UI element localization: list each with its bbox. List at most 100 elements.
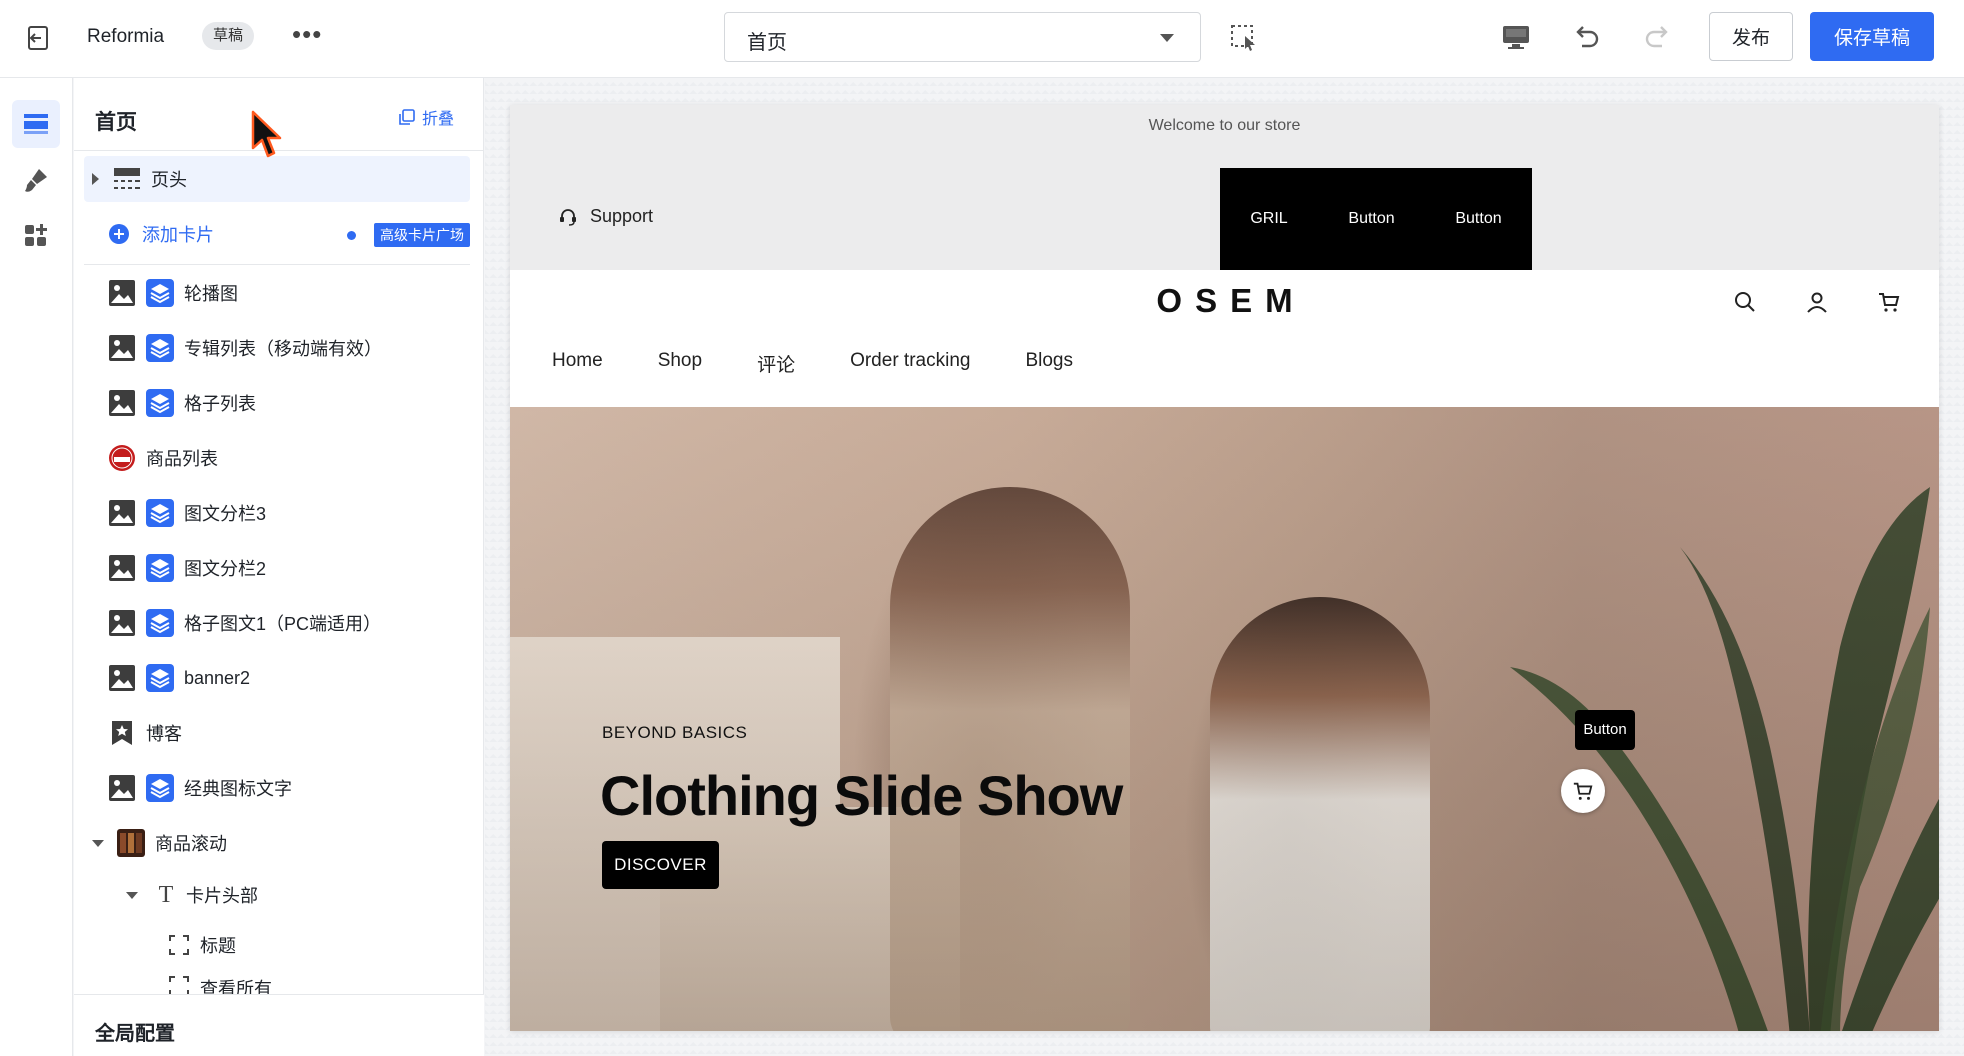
- account-icon[interactable]: [1805, 290, 1829, 314]
- undo-icon[interactable]: [1570, 21, 1602, 53]
- layer-item-title[interactable]: 标题: [84, 922, 470, 968]
- apps-grid-icon: [25, 224, 47, 246]
- add-card-row[interactable]: 添加卡片 高级卡片广场: [84, 211, 470, 257]
- layers-stack-icon: [146, 554, 174, 582]
- image-icon: [109, 500, 135, 526]
- layer-label: banner2: [184, 667, 251, 688]
- layers-stack-icon: [146, 389, 174, 417]
- layers-stack-icon: [146, 334, 174, 362]
- layer-item[interactable]: 图文分栏2: [84, 545, 470, 591]
- image-icon: [109, 665, 135, 691]
- hero-eyebrow: BEYOND BASICS: [602, 723, 748, 742]
- nav-item-blogs[interactable]: Blogs: [1025, 350, 1073, 377]
- more-options-icon[interactable]: •••: [292, 18, 322, 50]
- support-link[interactable]: Support: [558, 206, 653, 227]
- store-logo[interactable]: OSEM: [510, 282, 1939, 320]
- layer-label: 专辑列表（移动端有效）: [184, 339, 382, 359]
- cart-icon: [1573, 782, 1593, 800]
- global-config-label: 全局配置: [95, 1023, 175, 1045]
- hero-title: Clothing Slide Show: [600, 764, 1123, 827]
- card-market-badge[interactable]: 高级卡片广场: [374, 223, 470, 247]
- product-badge-icon: [109, 445, 135, 471]
- global-config[interactable]: 全局配置: [74, 994, 484, 1056]
- hero-overlay: [510, 407, 1939, 1031]
- floating-button[interactable]: Button: [1575, 710, 1635, 750]
- collapse-caret-icon[interactable]: [126, 891, 138, 899]
- layers-stack-icon: [146, 774, 174, 802]
- discover-button[interactable]: DISCOVER: [602, 841, 719, 889]
- floating-cart-button[interactable]: [1561, 769, 1605, 813]
- layer-label: 商品滚动: [155, 834, 227, 854]
- expand-caret-icon[interactable]: [92, 173, 99, 185]
- top-buttons-block: GRIL Button Button: [1220, 168, 1532, 270]
- layer-item[interactable]: 商品列表: [84, 435, 470, 481]
- header-section-icon: [114, 168, 140, 189]
- preview-canvas: Welcome to our store Support GRIL Button…: [485, 78, 1964, 1056]
- rail-layers[interactable]: [12, 100, 60, 148]
- layer-label: 经典图标文字: [184, 779, 292, 799]
- image-icon: [109, 610, 135, 636]
- publish-button[interactable]: 发布: [1709, 12, 1793, 61]
- nav-item-reviews[interactable]: 评论: [757, 350, 795, 377]
- layer-item[interactable]: 博客: [84, 710, 470, 756]
- image-icon: [109, 390, 135, 416]
- layer-item-product-scroll[interactable]: 商品滚动: [84, 820, 470, 866]
- chevron-down-icon: [1160, 34, 1174, 42]
- layer-item-card-header[interactable]: T 卡片头部: [84, 872, 470, 918]
- nav-item-home[interactable]: Home: [552, 350, 603, 377]
- headset-icon: [560, 208, 576, 226]
- rail-apps[interactable]: [12, 212, 60, 260]
- desktop-preview-icon[interactable]: [1500, 21, 1532, 53]
- header-icons: [1733, 290, 1901, 314]
- redo-icon[interactable]: [1642, 21, 1674, 53]
- exit-icon[interactable]: [24, 23, 54, 53]
- layer-item[interactable]: 经典图标文字: [84, 765, 470, 811]
- layer-panel: 首页 折叠 页头 添加卡片 高级卡片广场 轮播图 专辑列表（移动端有效） 格子列…: [74, 78, 484, 1056]
- save-draft-button[interactable]: 保存草稿: [1810, 12, 1934, 61]
- selection-frame-icon: [169, 935, 189, 955]
- image-icon: [109, 555, 135, 581]
- layer-label: 页头: [151, 170, 187, 190]
- layer-label: 图文分栏2: [184, 559, 267, 579]
- cart-icon[interactable]: [1877, 290, 1901, 314]
- layer-item-header[interactable]: 页头: [84, 156, 470, 202]
- layer-label: 格子列表: [184, 394, 256, 414]
- layer-label: 博客: [146, 724, 182, 744]
- nav-item-order-tracking[interactable]: Order tracking: [850, 350, 970, 377]
- collapse-caret-icon[interactable]: [92, 839, 104, 847]
- layer-item[interactable]: banner2: [84, 655, 470, 701]
- image-icon: [109, 775, 135, 801]
- collapse-button[interactable]: 折叠: [398, 104, 454, 130]
- hero-slideshow[interactable]: BEYOND BASICS Clothing Slide Show DISCOV…: [510, 407, 1939, 1031]
- layer-label: 轮播图: [184, 284, 238, 304]
- layer-item[interactable]: 格子列表: [84, 380, 470, 426]
- layer-item[interactable]: 格子图文1（PC端适用）: [84, 600, 470, 646]
- top-button[interactable]: Button: [1455, 210, 1501, 228]
- top-button[interactable]: Button: [1348, 210, 1394, 228]
- layer-item[interactable]: 专辑列表（移动端有效）: [84, 325, 470, 371]
- draft-status-badge: 草稿: [202, 22, 255, 50]
- announcement-bar[interactable]: Welcome to our store Support GRIL Button…: [510, 105, 1939, 270]
- bookmark-star-icon: [112, 721, 132, 745]
- image-icon: [109, 335, 135, 361]
- rail-theme[interactable]: [12, 156, 60, 204]
- layers-stack-icon: [146, 609, 174, 637]
- main-nav: Home Shop 评论 Order tracking Blogs: [552, 350, 1073, 377]
- top-button-gril[interactable]: GRIL: [1250, 210, 1287, 228]
- mouse-cursor-icon: [251, 110, 282, 158]
- layer-item[interactable]: 图文分栏3: [84, 490, 470, 536]
- store-preview: Welcome to our store Support GRIL Button…: [510, 105, 1939, 1031]
- layer-item[interactable]: 轮播图: [84, 270, 470, 316]
- layer-label: 标题: [200, 936, 236, 956]
- nav-item-shop[interactable]: Shop: [658, 350, 702, 377]
- search-icon[interactable]: [1733, 290, 1757, 314]
- brush-icon: [25, 169, 47, 192]
- select-element-icon[interactable]: [1228, 21, 1260, 53]
- layer-label: 查看所有: [200, 979, 272, 994]
- page-selector[interactable]: 首页: [724, 12, 1201, 62]
- app-name: Reformia: [87, 26, 165, 47]
- layer-label: 格子图文1（PC端适用）: [184, 614, 382, 634]
- layer-item-view-all[interactable]: 查看所有: [84, 967, 470, 994]
- icon-rail: [0, 78, 73, 1056]
- text-type-icon: T: [158, 881, 174, 908]
